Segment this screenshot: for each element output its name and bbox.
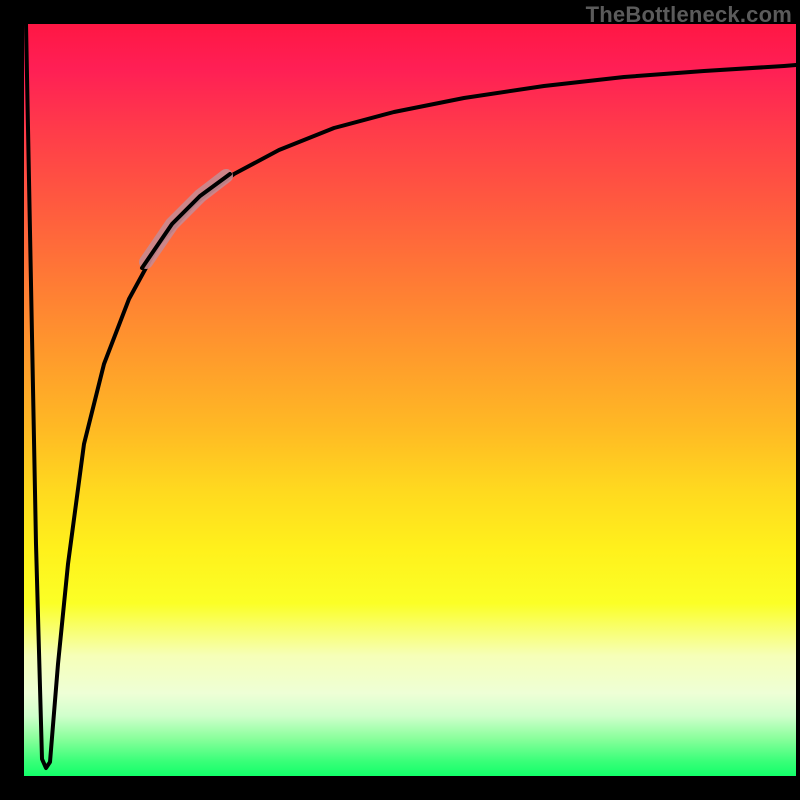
bottleneck-curve-highlight [146,176,226,262]
curve-layer [24,24,796,776]
chart-stage: TheBottleneck.com [0,0,800,800]
plot-area [24,24,796,776]
watermark-text: TheBottleneck.com [586,2,792,28]
bottleneck-curve [26,24,796,768]
